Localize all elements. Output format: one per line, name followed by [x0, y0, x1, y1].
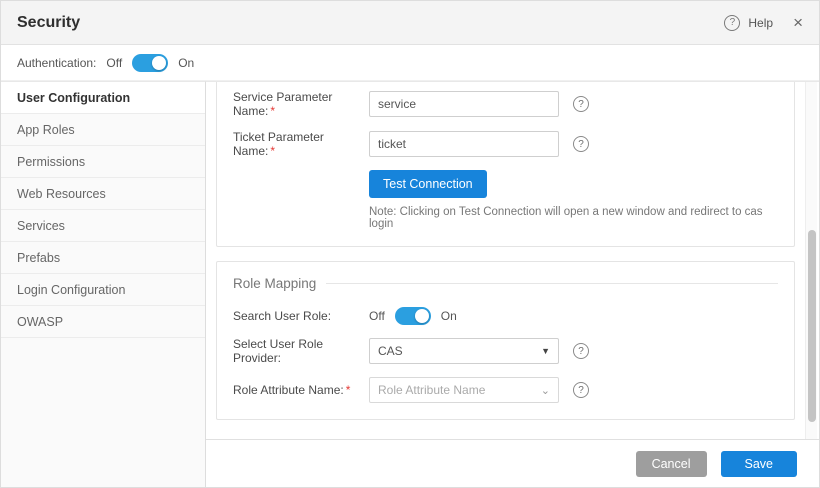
- ticket-parameter-input[interactable]: [369, 131, 559, 157]
- service-parameter-label: Service Parameter Name:*: [233, 90, 369, 118]
- ticket-parameter-row: Ticket Parameter Name:* ?: [233, 130, 778, 158]
- connection-settings-panel: Service Parameter Name:* ? Ticket Parame…: [216, 82, 795, 247]
- role-attribute-help-icon[interactable]: ?: [573, 382, 589, 398]
- scrollbar-thumb[interactable]: [808, 230, 816, 422]
- user-role-provider-value: CAS: [378, 344, 403, 358]
- test-connection-note: Note: Clicking on Test Connection will o…: [369, 206, 778, 230]
- search-user-role-row: Search User Role: Off On: [233, 307, 778, 325]
- user-role-provider-row: Select User Role Provider: CAS ▼ ?: [233, 337, 778, 365]
- authentication-toggle[interactable]: [132, 54, 168, 72]
- authentication-label: Authentication:: [17, 56, 96, 70]
- save-button[interactable]: Save: [721, 451, 798, 477]
- help-icon[interactable]: ?: [724, 15, 740, 31]
- sidebar-item-owasp[interactable]: OWASP: [1, 306, 205, 338]
- content-area: Service Parameter Name:* ? Ticket Parame…: [206, 81, 819, 487]
- service-parameter-input[interactable]: [369, 91, 559, 117]
- authentication-off-label: Off: [106, 56, 122, 70]
- sidebar-item-permissions[interactable]: Permissions: [1, 146, 205, 178]
- required-mark: *: [270, 104, 275, 118]
- test-connection-row: Test Connection: [369, 170, 778, 198]
- chevron-down-icon: ⌄: [541, 384, 550, 397]
- sidebar-item-login-configuration[interactable]: Login Configuration: [1, 274, 205, 306]
- service-parameter-row: Service Parameter Name:* ?: [233, 90, 778, 118]
- user-role-provider-select[interactable]: CAS ▼: [369, 338, 559, 364]
- sidebar-item-app-roles[interactable]: App Roles: [1, 114, 205, 146]
- required-mark: *: [346, 383, 351, 397]
- content-scroll-region: Service Parameter Name:* ? Ticket Parame…: [206, 82, 819, 439]
- header-actions: ? Help ×: [724, 14, 803, 31]
- authentication-on-label: On: [178, 56, 194, 70]
- sidebar-item-prefabs[interactable]: Prefabs: [1, 242, 205, 274]
- role-mapping-title: Role Mapping: [233, 276, 316, 291]
- vertical-scrollbar[interactable]: [805, 82, 817, 439]
- toggle-knob: [152, 56, 166, 70]
- ticket-parameter-label: Ticket Parameter Name:*: [233, 130, 369, 158]
- ticket-parameter-help-icon[interactable]: ?: [573, 136, 589, 152]
- search-user-role-label: Search User Role:: [233, 309, 369, 323]
- sidebar-item-web-resources[interactable]: Web Resources: [1, 178, 205, 210]
- close-icon[interactable]: ×: [793, 14, 803, 31]
- sidebar-item-user-configuration[interactable]: User Configuration: [1, 82, 205, 114]
- search-user-role-toggle[interactable]: [395, 307, 431, 325]
- toggle-knob: [415, 309, 429, 323]
- role-attribute-row: Role Attribute Name:* Role Attribute Nam…: [233, 377, 778, 403]
- user-role-provider-label: Select User Role Provider:: [233, 337, 369, 365]
- help-link[interactable]: Help: [748, 16, 773, 30]
- sidebar: User Configuration App Roles Permissions…: [1, 81, 206, 487]
- role-mapping-panel: Role Mapping Search User Role: Off On Se…: [216, 261, 795, 420]
- main-area: User Configuration App Roles Permissions…: [1, 81, 819, 487]
- service-parameter-help-icon[interactable]: ?: [573, 96, 589, 112]
- sidebar-item-services[interactable]: Services: [1, 210, 205, 242]
- user-role-provider-help-icon[interactable]: ?: [573, 343, 589, 359]
- cancel-button[interactable]: Cancel: [636, 451, 707, 477]
- role-attribute-label: Role Attribute Name:*: [233, 383, 369, 397]
- required-mark: *: [270, 144, 275, 158]
- search-user-role-on-label: On: [441, 309, 457, 323]
- role-mapping-header: Role Mapping: [233, 276, 778, 291]
- divider: [326, 283, 778, 284]
- dialog-footer: Cancel Save: [206, 439, 819, 487]
- security-dialog: Security ? Help × Authentication: Off On…: [0, 0, 820, 488]
- search-user-role-off-label: Off: [369, 309, 385, 323]
- dropdown-caret-icon: ▼: [541, 346, 550, 356]
- page-title: Security: [17, 14, 80, 32]
- role-attribute-combobox[interactable]: Role Attribute Name ⌄: [369, 377, 559, 403]
- role-attribute-placeholder: Role Attribute Name: [378, 383, 485, 397]
- dialog-header: Security ? Help ×: [1, 1, 819, 45]
- test-connection-button[interactable]: Test Connection: [369, 170, 487, 198]
- authentication-row: Authentication: Off On: [1, 45, 819, 81]
